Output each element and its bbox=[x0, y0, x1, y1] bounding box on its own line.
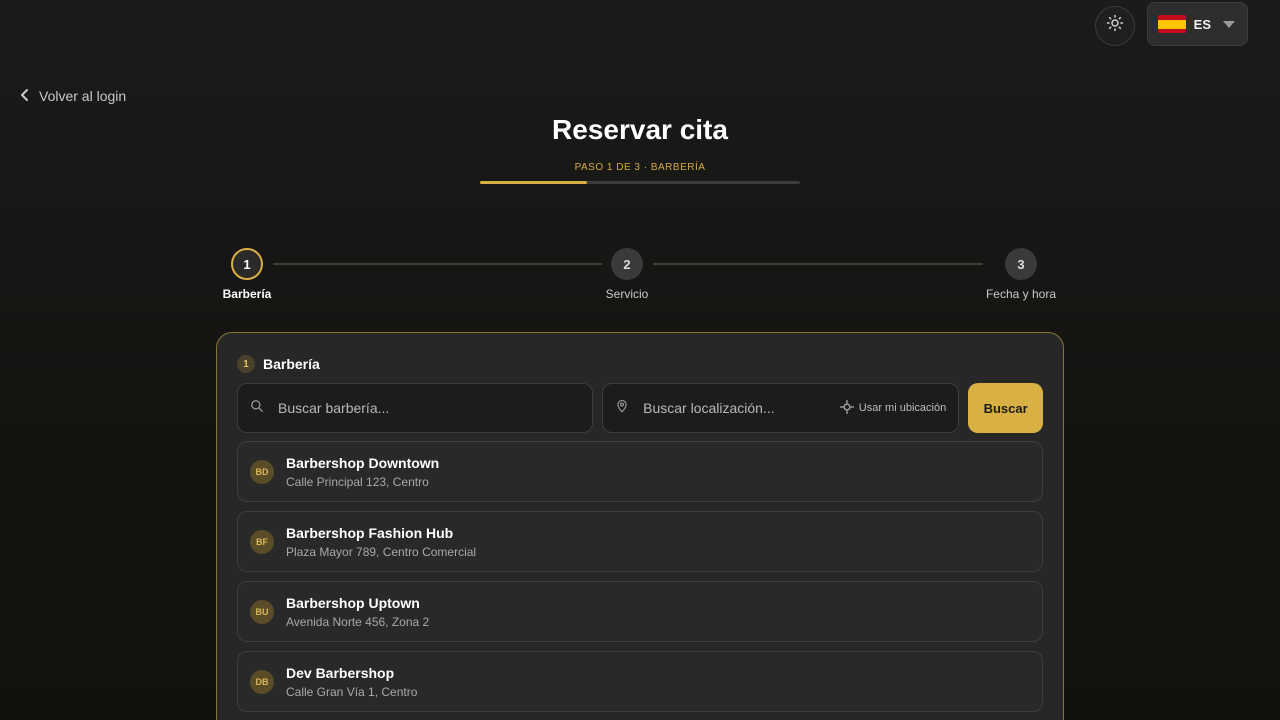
barbershop-avatar: DB bbox=[250, 669, 274, 694]
barbershop-avatar: BD bbox=[250, 459, 274, 484]
barbershop-address: Calle Gran Vía 1, Centro bbox=[286, 684, 418, 699]
map-pin-icon bbox=[615, 398, 629, 419]
barbershop-info: Barbershop Downtown Calle Principal 123,… bbox=[286, 455, 439, 489]
language-code: ES bbox=[1193, 16, 1211, 32]
barbershop-address: Calle Principal 123, Centro bbox=[286, 474, 429, 489]
crosshair-icon bbox=[839, 399, 854, 417]
language-selector[interactable]: ES bbox=[1146, 2, 1248, 46]
stepper-connector bbox=[273, 263, 602, 265]
location-search-input[interactable] bbox=[643, 400, 826, 416]
barbershop-list-item[interactable]: BU Barbershop Uptown Avenida Norte 456, … bbox=[237, 581, 1043, 642]
card-header: 1 Barbería bbox=[237, 353, 1043, 375]
use-location-label: Usar mi ubicación bbox=[858, 402, 947, 414]
barbershop-info: Barbershop Uptown Avenida Norte 456, Zon… bbox=[286, 595, 429, 629]
barberia-card: 1 Barbería Buscar barbería... Buscar loc… bbox=[216, 332, 1064, 720]
barbershop-list-item[interactable]: DB Dev Barbershop Calle Gran Vía 1, Cent… bbox=[237, 651, 1043, 712]
barbershop-list-item[interactable]: BD Barbershop Downtown Calle Principal 1… bbox=[237, 441, 1043, 502]
step-number: 3 bbox=[1005, 248, 1037, 280]
barbershop-name: Barbershop Fashion Hub bbox=[286, 524, 454, 541]
search-button[interactable]: Buscar bbox=[968, 383, 1043, 433]
progress-bar bbox=[480, 181, 800, 184]
barber-search-field[interactable] bbox=[237, 383, 594, 433]
stepper: 1 Barbería 2 Servicio 3 Fecha y hora bbox=[216, 248, 1064, 308]
step-servicio[interactable]: 2 Servicio bbox=[577, 248, 677, 301]
sun-icon bbox=[1106, 14, 1124, 37]
barbershop-address: Avenida Norte 456, Zona 2 bbox=[286, 614, 430, 629]
step-label: Barbería bbox=[222, 287, 272, 301]
barbershop-avatar: BF bbox=[250, 529, 274, 554]
step-number: 2 bbox=[611, 248, 643, 280]
barbershop-name: Dev Barbershop bbox=[286, 664, 395, 681]
step-fecha-hora[interactable]: 3 Fecha y hora bbox=[971, 248, 1071, 301]
theme-toggle-button[interactable] bbox=[1094, 5, 1135, 46]
card-step-badge: 1 bbox=[237, 355, 255, 373]
card-title: Barbería bbox=[263, 356, 320, 372]
step-label: Fecha y hora bbox=[985, 287, 1057, 301]
progress-bar-fill bbox=[480, 181, 587, 184]
step-caption: PASO 1 DE 3 · BARBERÍA bbox=[574, 162, 706, 173]
caret-down-icon bbox=[1223, 20, 1235, 28]
location-search-field[interactable]: Usar mi ubicación bbox=[602, 383, 960, 433]
search-icon bbox=[250, 399, 264, 418]
top-controls: ES bbox=[1094, 2, 1248, 46]
back-link-label: Volver al login bbox=[39, 88, 127, 104]
step-barberia[interactable]: 1 Barbería bbox=[197, 248, 297, 301]
barbershop-info: Dev Barbershop Calle Gran Vía 1, Centro bbox=[286, 665, 417, 699]
stepper-connector bbox=[653, 263, 983, 265]
barbershop-info: Barbershop Fashion Hub Plaza Mayor 789, … bbox=[286, 525, 476, 559]
barbershop-list-item[interactable]: BF Barbershop Fashion Hub Plaza Mayor 78… bbox=[237, 511, 1043, 572]
page-title: Reservar cita bbox=[552, 114, 728, 145]
spain-flag-icon bbox=[1157, 15, 1186, 33]
use-my-location-button[interactable]: Usar mi ubicación bbox=[839, 399, 947, 417]
back-to-login-link[interactable]: Volver al login bbox=[20, 88, 126, 104]
barbershop-address: Plaza Mayor 789, Centro Comercial bbox=[286, 544, 477, 559]
barbershop-name: Barbershop Uptown bbox=[286, 594, 420, 611]
step-label: Servicio bbox=[605, 287, 649, 301]
barbershop-avatar: BU bbox=[250, 599, 274, 624]
chevron-left-icon bbox=[20, 88, 29, 104]
search-row: Usar mi ubicación Buscar bbox=[237, 383, 1043, 433]
barbershop-list: BD Barbershop Downtown Calle Principal 1… bbox=[237, 441, 1043, 712]
barbershop-name: Barbershop Downtown bbox=[286, 454, 440, 471]
barber-search-input[interactable] bbox=[278, 400, 581, 416]
step-number: 1 bbox=[231, 248, 263, 280]
